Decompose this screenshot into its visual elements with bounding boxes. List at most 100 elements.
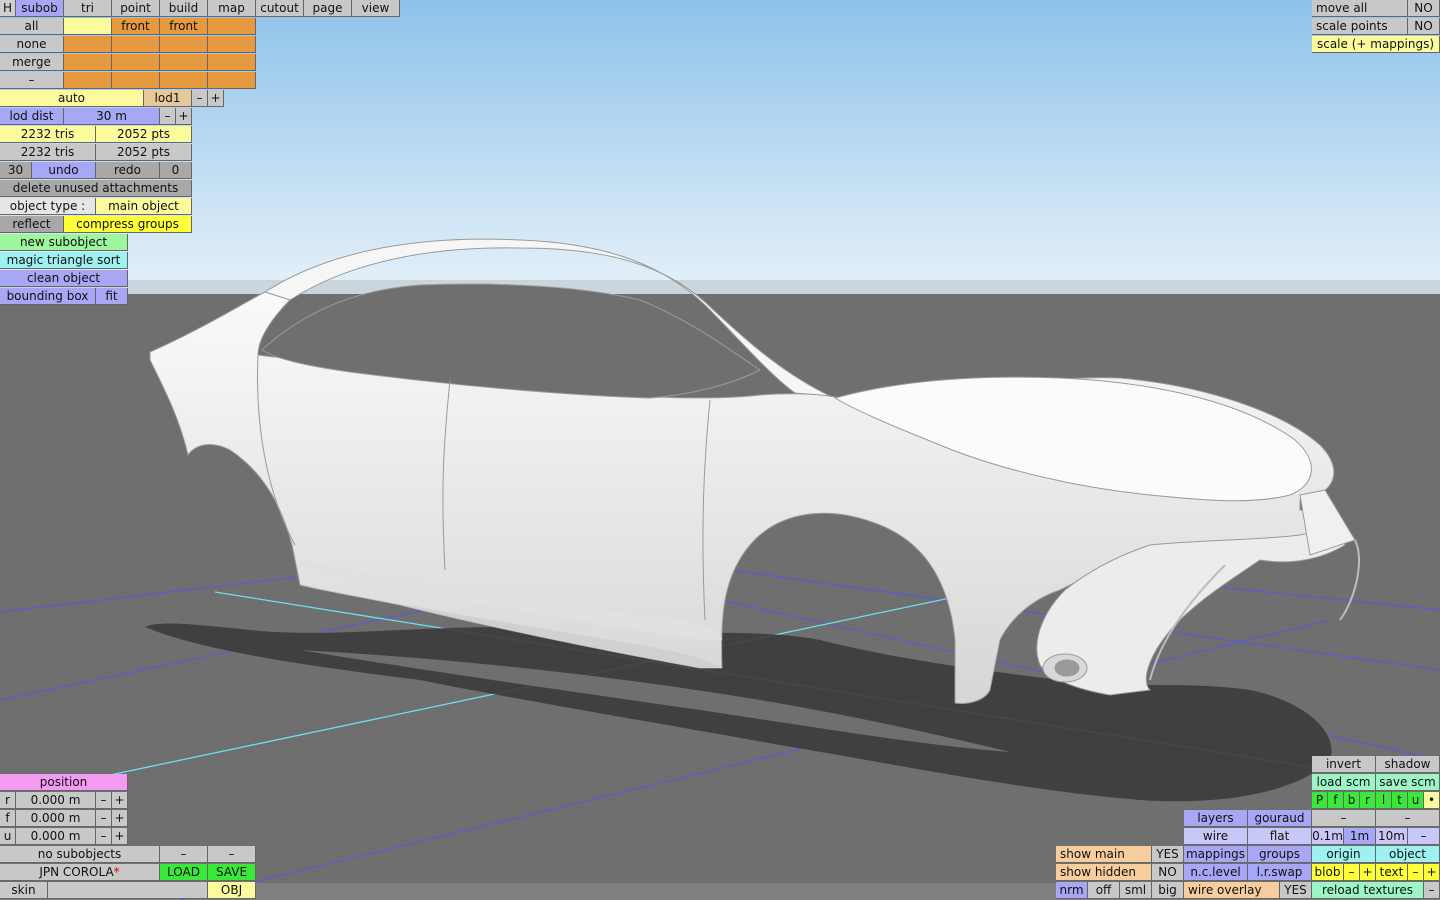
tab-h[interactable]: H (0, 0, 16, 17)
blob-button[interactable]: blob (1312, 864, 1344, 881)
subobj-slot-6[interactable] (112, 36, 160, 53)
move-all-value[interactable]: NO (1408, 0, 1440, 17)
3d-viewport[interactable] (0, 0, 1440, 900)
tab-view[interactable]: view (352, 0, 400, 17)
pos-r-minus-button[interactable]: – (96, 792, 112, 809)
scale-mappings-button[interactable]: scale (+ mappings) (1312, 36, 1440, 53)
view-p-button[interactable]: P (1312, 792, 1328, 809)
subobj-slot-4[interactable] (208, 18, 256, 35)
subobj-dash-2[interactable]: – (208, 846, 256, 863)
text-plus-button[interactable]: + (1424, 864, 1440, 881)
subobj-slot-7[interactable] (160, 36, 208, 53)
subobj-dash-1[interactable]: – (160, 846, 208, 863)
subobj-slot-16[interactable] (208, 72, 256, 89)
groups-button[interactable]: groups (1248, 846, 1312, 863)
subobj-slot-8[interactable] (208, 36, 256, 53)
save-scm-button[interactable]: save scm (1376, 774, 1440, 791)
lod-plus-button[interactable]: + (208, 90, 224, 107)
subobj-slot-15[interactable] (160, 72, 208, 89)
pos-r-value[interactable]: 0.000 m (16, 792, 96, 809)
undo-button[interactable]: undo (32, 162, 96, 179)
obj-button[interactable]: OBJ (208, 882, 256, 899)
view-b-button[interactable]: b (1344, 792, 1360, 809)
view-f-button[interactable]: f (1328, 792, 1344, 809)
scale-points-label[interactable]: scale points (1312, 18, 1408, 35)
load-scm-button[interactable]: load scm (1312, 774, 1376, 791)
skin-field[interactable] (48, 882, 208, 899)
show-hidden-value[interactable]: NO (1152, 864, 1184, 881)
save-button[interactable]: SAVE (208, 864, 256, 881)
subobj-slot-12[interactable] (208, 54, 256, 71)
nc-level-button[interactable]: n.c.level (1184, 864, 1248, 881)
view-u-button[interactable]: u (1408, 792, 1424, 809)
subobj-slot-1[interactable] (64, 18, 112, 35)
view-t-button[interactable]: t (1392, 792, 1408, 809)
layers-button[interactable]: layers (1184, 810, 1248, 827)
reload-textures-button[interactable]: reload textures (1312, 882, 1424, 899)
tab-point[interactable]: point (112, 0, 160, 17)
subobj-slot-5[interactable] (64, 36, 112, 53)
move-all-label[interactable]: move all (1312, 0, 1408, 17)
clean-object-button[interactable]: clean object (0, 270, 128, 287)
delete-unused-attachments-button[interactable]: delete unused attachments (0, 180, 192, 197)
text-minus-button[interactable]: – (1408, 864, 1424, 881)
wire-overlay-value[interactable]: YES (1280, 882, 1312, 899)
show-main-value[interactable]: YES (1152, 846, 1184, 863)
dash-b-button[interactable]: – (1376, 810, 1440, 827)
step-minus-button[interactable]: – (1408, 828, 1440, 845)
load-button[interactable]: LOAD (160, 864, 208, 881)
show-hidden-label[interactable]: show hidden (1056, 864, 1152, 881)
reload-minus-button[interactable]: – (1424, 882, 1440, 899)
skin-label[interactable]: skin (0, 882, 48, 899)
lod-minus-button[interactable]: – (192, 90, 208, 107)
size-nrm-button[interactable]: nrm (1056, 882, 1088, 899)
blob-plus-button[interactable]: + (1360, 864, 1376, 881)
step-10m-button[interactable]: 10m (1376, 828, 1408, 845)
lr-swap-button[interactable]: l.r.swap (1248, 864, 1312, 881)
step-0-1m-button[interactable]: 0.1m (1312, 828, 1344, 845)
subobj-slot-9[interactable] (64, 54, 112, 71)
select-all-button[interactable]: all (0, 18, 64, 35)
shadow-button[interactable]: shadow (1376, 756, 1440, 773)
pos-r-plus-button[interactable]: + (112, 792, 128, 809)
scale-points-value[interactable]: NO (1408, 18, 1440, 35)
new-subobject-button[interactable]: new subobject (0, 234, 128, 251)
lod-level-button[interactable]: lod1 (144, 90, 192, 107)
pos-u-minus-button[interactable]: – (96, 828, 112, 845)
pos-f-plus-button[interactable]: + (112, 810, 128, 827)
redo-button[interactable]: redo (96, 162, 160, 179)
show-main-label[interactable]: show main (1056, 846, 1152, 863)
lod-dist-plus-button[interactable]: + (176, 108, 192, 125)
merge-button[interactable]: merge (0, 54, 64, 71)
subobj-page-minus-button[interactable]: – (0, 72, 64, 89)
subobj-slot-11[interactable] (160, 54, 208, 71)
size-big-button[interactable]: big (1152, 882, 1184, 899)
tab-subob[interactable]: subob (16, 0, 64, 17)
pos-f-value[interactable]: 0.000 m (16, 810, 96, 827)
object-button[interactable]: object (1376, 846, 1440, 863)
pos-u-value[interactable]: 0.000 m (16, 828, 96, 845)
compress-groups-button[interactable]: compress groups (64, 216, 192, 233)
tab-cutout[interactable]: cutout (256, 0, 304, 17)
subobj-slot-13[interactable] (64, 72, 112, 89)
tab-build[interactable]: build (160, 0, 208, 17)
view-dot-button[interactable]: • (1424, 792, 1440, 809)
lod-dist-minus-button[interactable]: – (160, 108, 176, 125)
pos-u-plus-button[interactable]: + (112, 828, 128, 845)
subobj-slot-14[interactable] (112, 72, 160, 89)
mappings-button[interactable]: mappings (1184, 846, 1248, 863)
tab-tri[interactable]: tri (64, 0, 112, 17)
size-off-button[interactable]: off (1088, 882, 1120, 899)
size-sml-button[interactable]: sml (1120, 882, 1152, 899)
origin-button[interactable]: origin (1312, 846, 1376, 863)
view-r-button[interactable]: r (1360, 792, 1376, 809)
wire-button[interactable]: wire (1184, 828, 1248, 845)
blob-minus-button[interactable]: – (1344, 864, 1360, 881)
wire-overlay-label[interactable]: wire overlay (1184, 882, 1280, 899)
magic-triangle-sort-button[interactable]: magic triangle sort (0, 252, 128, 269)
lod-auto-button[interactable]: auto (0, 90, 144, 107)
gouraud-button[interactable]: gouraud (1248, 810, 1312, 827)
select-none-button[interactable]: none (0, 36, 64, 53)
subobj-front-2[interactable]: front (160, 18, 208, 35)
invert-button[interactable]: invert (1312, 756, 1376, 773)
